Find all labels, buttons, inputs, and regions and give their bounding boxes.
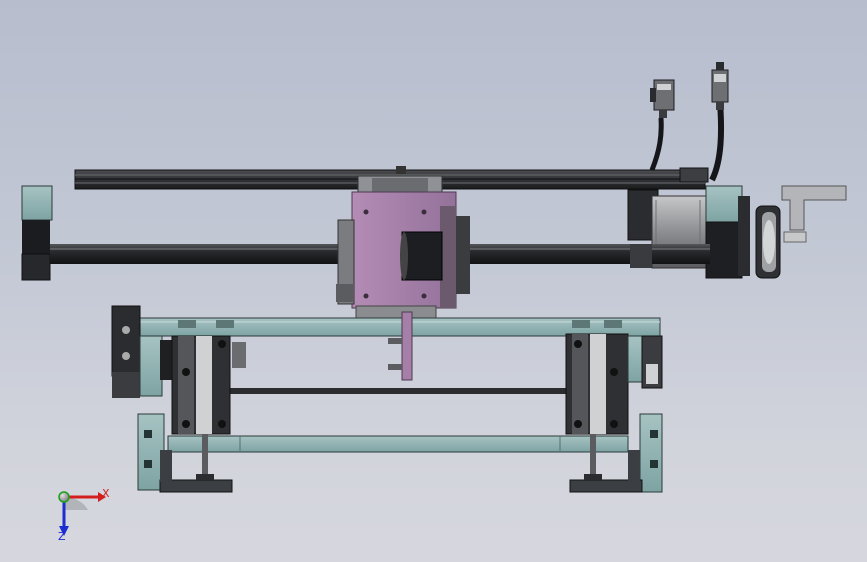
- cad-assembly-model[interactable]: [0, 0, 867, 562]
- triad-x-label: X: [102, 487, 110, 500]
- cad-graphics-viewport[interactable]: X Z: [0, 0, 867, 562]
- motor-cable-assembly: [649, 62, 729, 182]
- middle-tie-rod: [230, 388, 570, 394]
- triad-z-label: Z: [58, 530, 66, 543]
- handwheel: [755, 185, 847, 279]
- reference-triad: [58, 491, 106, 536]
- upper-frame-beam: [137, 317, 661, 337]
- lower-frame-beam: [167, 435, 629, 453]
- left-end-support: [21, 185, 53, 281]
- triad-origin: [58, 491, 70, 503]
- right-column-assembly: [565, 333, 663, 493]
